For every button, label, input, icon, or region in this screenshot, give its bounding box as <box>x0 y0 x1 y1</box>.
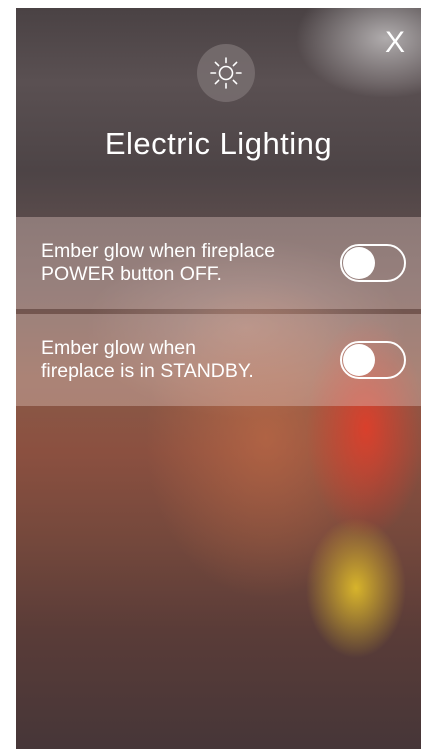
setting-label-power-off: Ember glow when fireplace POWER button O… <box>41 240 276 285</box>
electric-lighting-screen: X Electric Lighting Ember glow when fire… <box>16 8 421 749</box>
sun-icon-badge <box>197 44 255 102</box>
close-button[interactable]: X <box>381 26 409 60</box>
sun-icon <box>210 57 242 89</box>
page-title: Electric Lighting <box>104 126 333 161</box>
toggle-knob <box>343 247 375 279</box>
toggle-knob <box>343 344 375 376</box>
ember-glow-power-off-toggle[interactable] <box>340 244 406 282</box>
setting-row-standby: Ember glow when fireplace is in STANDBY. <box>16 314 421 406</box>
setting-row-power-off: Ember glow when fireplace POWER button O… <box>16 217 421 309</box>
ember-glow-standby-toggle[interactable] <box>340 341 406 379</box>
setting-label-standby: Ember glow when fireplace is in STANDBY. <box>41 337 254 382</box>
